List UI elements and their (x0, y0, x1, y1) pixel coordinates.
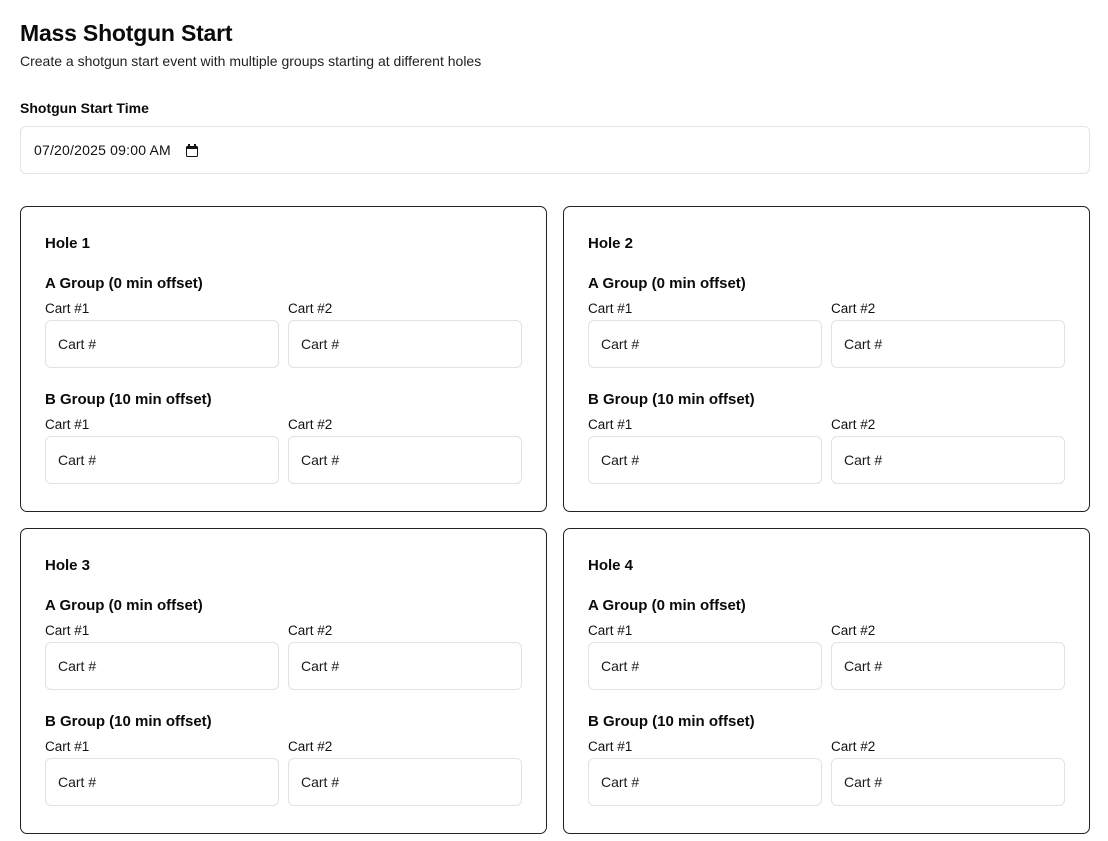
group-b: B Group (10 min offset) Cart #1 Cart #2 (45, 713, 523, 806)
group-title: B Group (10 min offset) (45, 713, 212, 730)
cart-1-label: Cart #1 (45, 739, 90, 754)
group-a: A Group (0 min offset) Cart #1 Cart #2 (588, 597, 1066, 690)
cart-1-input[interactable] (588, 436, 822, 484)
group-title: B Group (10 min offset) (588, 713, 755, 730)
hole-title: Hole 1 (45, 235, 91, 252)
hole-card-1: Hole 1 A Group (0 min offset) Cart #1 Ca… (20, 206, 547, 512)
cart-1-input[interactable] (45, 642, 279, 690)
cart-2-label: Cart #2 (288, 739, 333, 754)
cart-1-label: Cart #1 (588, 417, 633, 432)
cart-2-input[interactable] (288, 320, 522, 368)
group-a: A Group (0 min offset) Cart #1 Cart #2 (45, 275, 523, 368)
cart-2-label: Cart #2 (831, 417, 876, 432)
hole-title: Hole 3 (45, 557, 91, 574)
cart-1-label: Cart #1 (588, 739, 633, 754)
cart-2-input[interactable] (288, 642, 522, 690)
group-a: A Group (0 min offset) Cart #1 Cart #2 (45, 597, 523, 690)
cart-2-input[interactable] (288, 436, 522, 484)
cart-1-label: Cart #1 (588, 623, 633, 638)
start-time-input[interactable]: 07/20/2025 09:00 AM (20, 126, 1090, 174)
cart-1-label: Cart #1 (45, 417, 90, 432)
cart-2-label: Cart #2 (831, 301, 876, 316)
hole-card-3: Hole 3 A Group (0 min offset) Cart #1 Ca… (20, 528, 547, 834)
cart-2-input[interactable] (831, 436, 1065, 484)
cart-1-label: Cart #1 (45, 301, 90, 316)
group-title: B Group (10 min offset) (588, 391, 755, 408)
cart-1-input[interactable] (588, 642, 822, 690)
group-a: A Group (0 min offset) Cart #1 Cart #2 (588, 275, 1066, 368)
calendar-icon[interactable] (185, 143, 199, 157)
cart-1-input[interactable] (588, 758, 822, 806)
group-title: B Group (10 min offset) (45, 391, 212, 408)
hole-card-2: Hole 2 A Group (0 min offset) Cart #1 Ca… (563, 206, 1090, 512)
cart-2-input[interactable] (831, 320, 1065, 368)
hole-card-4: Hole 4 A Group (0 min offset) Cart #1 Ca… (563, 528, 1090, 834)
cart-2-input[interactable] (831, 642, 1065, 690)
page-title: Mass Shotgun Start (20, 20, 233, 46)
cart-2-label: Cart #2 (288, 301, 333, 316)
cart-2-label: Cart #2 (831, 739, 876, 754)
holes-grid: Hole 1 A Group (0 min offset) Cart #1 Ca… (20, 206, 1090, 834)
cart-2-input[interactable] (831, 758, 1065, 806)
hole-title: Hole 2 (588, 235, 634, 252)
group-title: A Group (0 min offset) (45, 597, 203, 614)
cart-1-input[interactable] (45, 436, 279, 484)
cart-2-label: Cart #2 (288, 623, 333, 638)
group-title: A Group (0 min offset) (588, 275, 746, 292)
start-time-label: Shotgun Start Time (20, 100, 149, 116)
start-time-value: 07/20/2025 09:00 AM (34, 142, 171, 158)
group-b: B Group (10 min offset) Cart #1 Cart #2 (588, 391, 1066, 484)
cart-1-input[interactable] (45, 320, 279, 368)
cart-2-label: Cart #2 (831, 623, 876, 638)
group-b: B Group (10 min offset) Cart #1 Cart #2 (45, 391, 523, 484)
cart-1-label: Cart #1 (45, 623, 90, 638)
cart-1-label: Cart #1 (588, 301, 633, 316)
cart-2-label: Cart #2 (288, 417, 333, 432)
page-subtitle: Create a shotgun start event with multip… (20, 53, 482, 69)
cart-1-input[interactable] (588, 320, 822, 368)
group-title: A Group (0 min offset) (588, 597, 746, 614)
cart-2-input[interactable] (288, 758, 522, 806)
group-b: B Group (10 min offset) Cart #1 Cart #2 (588, 713, 1066, 806)
cart-1-input[interactable] (45, 758, 279, 806)
hole-title: Hole 4 (588, 557, 634, 574)
group-title: A Group (0 min offset) (45, 275, 203, 292)
